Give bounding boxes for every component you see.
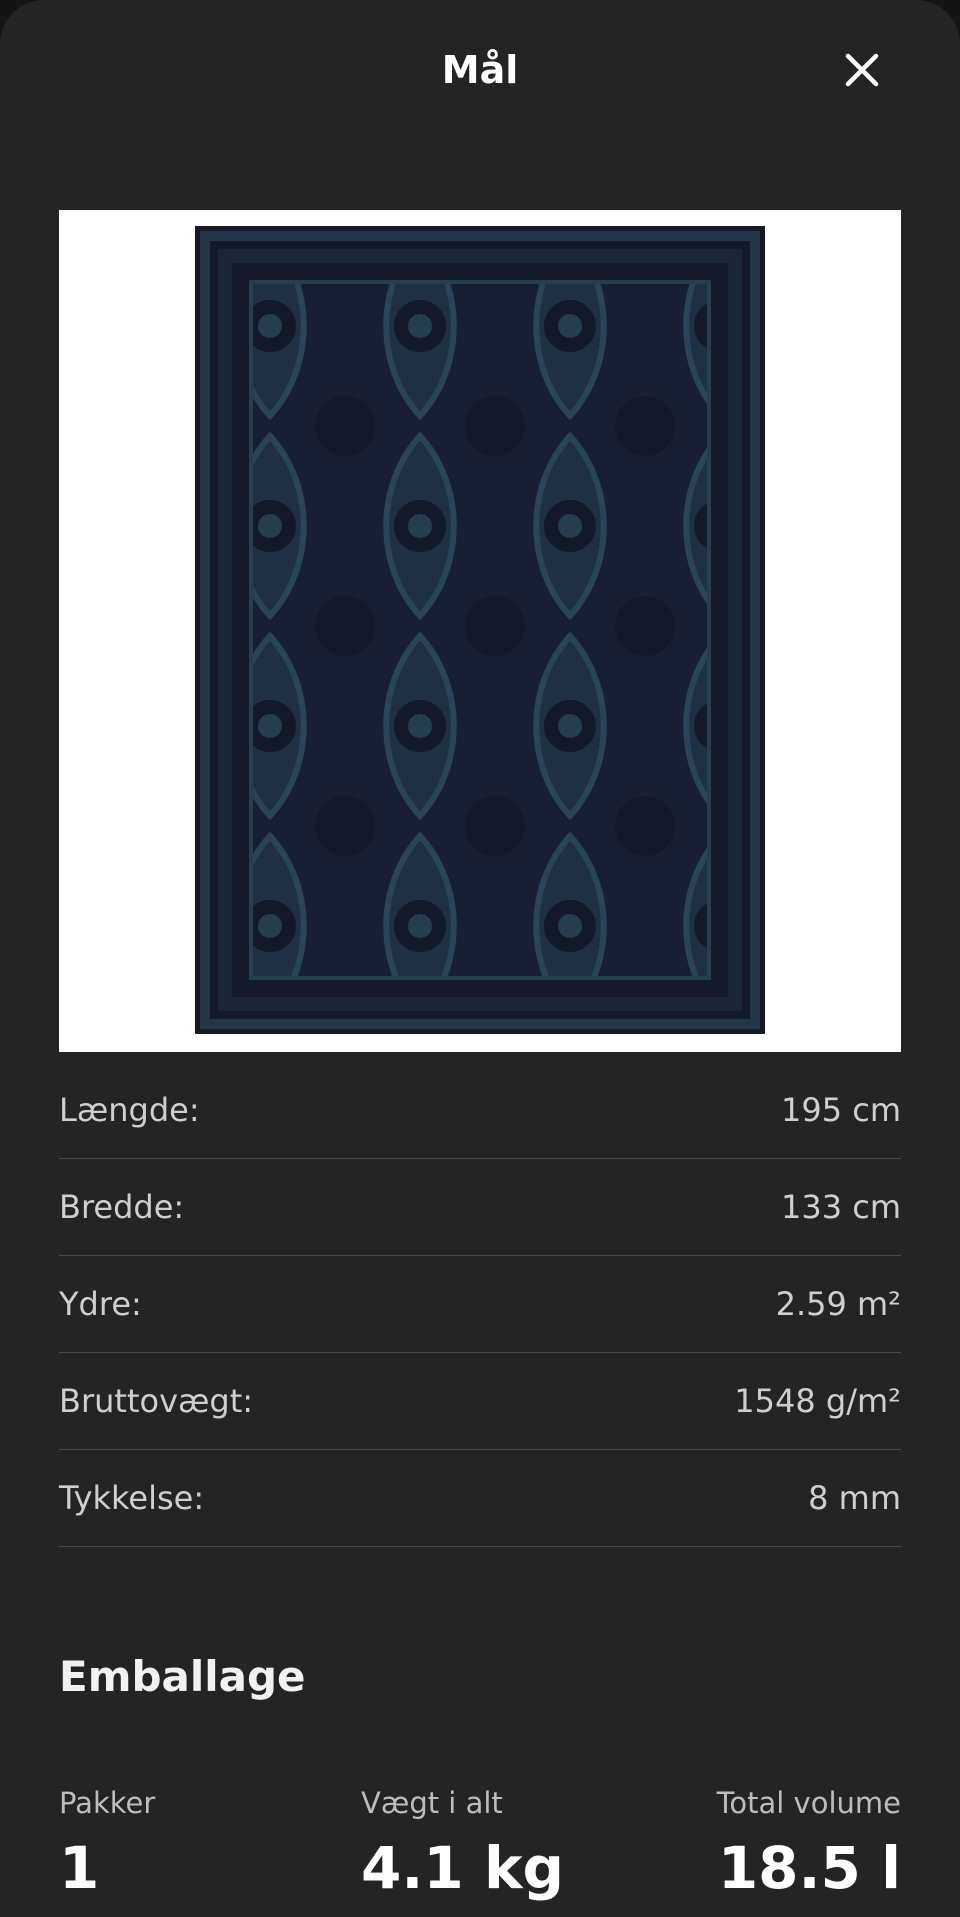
dimension-value: 8 mm bbox=[808, 1479, 901, 1517]
stat-label: Vægt i alt bbox=[361, 1786, 503, 1820]
dimension-label: Bruttovægt: bbox=[59, 1382, 254, 1420]
dimensions-sheet: Mål Længde: 195 cm Bredde: 133 cm Ydre: … bbox=[0, 0, 960, 1917]
dimension-value: 195 cm bbox=[780, 1091, 901, 1129]
dimension-label: Bredde: bbox=[59, 1188, 185, 1226]
stat-label: Pakker bbox=[59, 1786, 156, 1820]
sheet-title: Mål bbox=[441, 48, 519, 92]
dimension-value: 2.59 m² bbox=[775, 1285, 901, 1323]
packages-stat: Pakker 1 bbox=[59, 1786, 155, 1902]
total-weight-stat: Vægt i alt 4.1 kg bbox=[361, 1786, 564, 1902]
packaging-title: Emballage bbox=[59, 1652, 306, 1701]
dimension-row-length: Længde: 195 cm bbox=[59, 1062, 901, 1159]
packaging-stats: Pakker 1 Vægt i alt 4.1 kg Total volume … bbox=[59, 1786, 901, 1917]
dimension-row-area: Ydre: 2.59 m² bbox=[59, 1256, 901, 1353]
total-volume-stat: Total volume 18.5 l bbox=[717, 1786, 901, 1902]
dimension-row-thickness: Tykkelse: 8 mm bbox=[59, 1450, 901, 1547]
dimension-label: Ydre: bbox=[59, 1285, 142, 1323]
dimension-label: Tykkelse: bbox=[59, 1479, 205, 1517]
dimension-value: 133 cm bbox=[780, 1188, 901, 1226]
dimension-row-width: Bredde: 133 cm bbox=[59, 1159, 901, 1256]
stat-value: 4.1 kg bbox=[361, 1834, 565, 1902]
stat-value: 18.5 l bbox=[717, 1834, 901, 1902]
dimension-label: Længde: bbox=[59, 1091, 200, 1129]
close-icon bbox=[845, 53, 879, 87]
product-image bbox=[59, 210, 901, 1052]
rug-image bbox=[195, 226, 765, 1034]
dimension-value: 1548 g/m² bbox=[734, 1382, 901, 1420]
dimension-row-gross-weight: Bruttovægt: 1548 g/m² bbox=[59, 1353, 901, 1450]
stat-value: 1 bbox=[59, 1834, 100, 1902]
stat-label: Total volume bbox=[716, 1786, 901, 1820]
dimensions-list: Længde: 195 cm Bredde: 133 cm Ydre: 2.59… bbox=[59, 1062, 901, 1547]
close-button[interactable] bbox=[832, 40, 892, 100]
sheet-header: Mål bbox=[0, 0, 960, 150]
